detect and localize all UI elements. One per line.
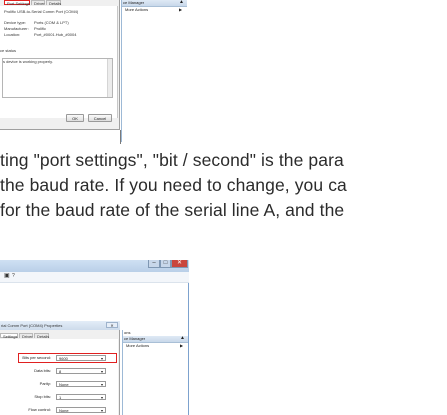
actions-pane-title: ce Manager (123, 0, 145, 5)
location-label: Location: (4, 32, 21, 37)
data-bits-select[interactable]: 8 (56, 368, 106, 374)
actions-pane-header: ce Manager ▲ (122, 0, 187, 7)
location-value: Port_#0001.Hub_#0004 (34, 32, 77, 37)
actions-pane-header-2: ce Manager ▲ (123, 336, 188, 343)
port-settings-panel-2: Bits per second: 9600 Data bits: 8 Parit… (0, 339, 118, 415)
actions-pane: ce Manager ▲ More Actions ▶ (121, 0, 187, 142)
more-actions-item-2[interactable]: More Actions (126, 343, 149, 348)
submenu-arrow-icon: ▶ (179, 7, 183, 12)
dialog-titlebar: rial Comm Port (COM4) Properties ✕ (0, 321, 120, 330)
collapse-arrow-icon[interactable]: ▲ (180, 336, 185, 341)
window-titlebar: – □ ✕ (0, 260, 189, 272)
submenu-arrow-icon: ▶ (180, 343, 184, 348)
tab-driver[interactable]: Driver (31, 0, 45, 6)
more-actions-item[interactable]: More Actions (125, 7, 148, 12)
tab-driver-2[interactable]: Driver (19, 333, 33, 339)
dialog-close-button[interactable]: ✕ (106, 322, 118, 328)
actions-pane-label: ons (124, 330, 131, 335)
device-type-value: Ports (COM & LPT) (34, 20, 69, 25)
tab-port-settings-2[interactable]: Settings (0, 333, 18, 339)
ok-button[interactable]: OK (66, 114, 84, 122)
device-status-text: s device is working properly. (3, 59, 53, 64)
cancel-button[interactable]: Cancel (88, 114, 112, 122)
device-type-label: Device type: (4, 20, 27, 25)
parity-select[interactable]: None (56, 381, 106, 387)
status-scrollbar[interactable] (107, 59, 112, 97)
flow-control-label: Flow control: (28, 407, 51, 412)
device-status-heading: ce status (0, 48, 17, 53)
manufacturer-value: Prolific (34, 26, 47, 31)
parity-label: Parity: (39, 381, 51, 386)
bits-per-second-label: Bits per second: (22, 355, 51, 360)
flow-control-select[interactable]: None (56, 407, 106, 413)
collapse-arrow-icon[interactable]: ▲ (179, 0, 184, 5)
device-name: Prolific USB-to-Serial Comm Port (COM4) (4, 9, 79, 14)
device-status-box: s device is working properly. (2, 58, 113, 98)
paragraph-line-1: ting "port settings", "bit / second" is … (0, 150, 344, 170)
port-settings-panel: Prolific USB-to-Serial Comm Port (COM4) … (0, 6, 118, 118)
paragraph-line-2: the baud rate. If you need to change, yo… (0, 175, 347, 195)
tab-details-2[interactable]: Details (34, 333, 49, 339)
tab-details[interactable]: Details (46, 0, 61, 6)
minimize-button[interactable]: – (148, 260, 160, 268)
data-bits-label: Data bits: (34, 368, 51, 373)
bits-per-second-select[interactable]: 9600 (56, 355, 106, 361)
paragraph-line-3: for the baud rate of the serial line A, … (0, 200, 345, 220)
actions-pane-title-2: ce Manager (124, 336, 146, 341)
dialog-title: rial Comm Port (COM4) Properties (1, 323, 63, 328)
window-edge (120, 130, 121, 144)
toolbar: ▣ ? (0, 272, 189, 283)
close-button[interactable]: ✕ (171, 260, 188, 268)
toolbar-icon[interactable]: ▣ (4, 273, 10, 279)
actions-pane-2: ons ce Manager ▲ More Actions ▶ (122, 330, 188, 415)
help-icon[interactable]: ? (12, 274, 15, 279)
stop-bits-select[interactable]: 1 (56, 394, 106, 400)
manufacturer-label: Manufacturer: (4, 26, 29, 31)
tab-port-settings[interactable]: Port Settings (4, 0, 30, 6)
stop-bits-label: Stop bits: (34, 394, 51, 399)
maximize-button[interactable]: □ (160, 260, 171, 268)
